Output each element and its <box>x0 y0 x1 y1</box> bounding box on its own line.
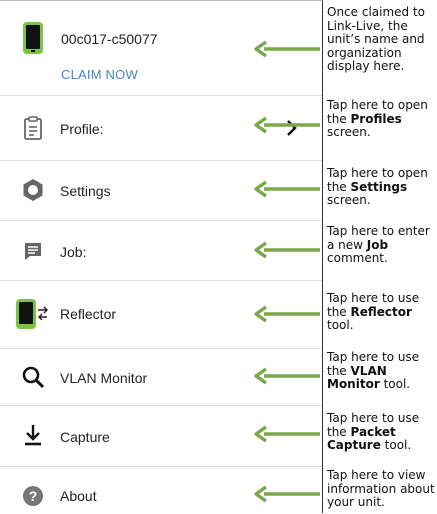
download-icon <box>20 422 46 448</box>
menu-label-vlan-monitor: VLAN Monitor <box>60 370 148 386</box>
callout-note-settings: Tap here to open the Settings screen. <box>327 166 428 207</box>
help-icon: ? <box>20 483 46 509</box>
callout-arrow-settings <box>254 180 320 198</box>
callout-arrow-capture <box>254 425 320 443</box>
device-icon <box>22 21 44 55</box>
menu-label-profile: Profile: <box>60 121 104 137</box>
callout-note-reflector: Tap here to use the Reflector tool. <box>327 291 420 332</box>
clipboard-icon <box>20 115 46 141</box>
magnifier-icon <box>20 364 46 390</box>
callout-arrow-about <box>254 485 320 503</box>
unit-name: 00c017-c50077 <box>61 31 158 47</box>
menu-label-reflector: Reflector <box>60 306 117 322</box>
callout-arrow-profile <box>254 116 320 134</box>
callout-arrow-job <box>254 241 320 259</box>
callout-note-about: Tap here to view information about your … <box>327 468 435 509</box>
callout-note-header: Once claimed to Link-Live, the unit’s na… <box>327 5 426 73</box>
callout-note-capture: Tap here to use the Packet Capture tool. <box>327 411 420 452</box>
svg-text:?: ? <box>29 488 38 504</box>
comment-icon <box>20 238 46 264</box>
callout-note-profile: Tap here to open the Profiles screen. <box>327 98 428 139</box>
callout-arrow-header <box>254 40 320 58</box>
menu-label-settings: Settings <box>60 183 111 199</box>
menu-label-job: Job: <box>60 244 87 260</box>
menu-label-about: About <box>60 488 97 504</box>
callout-note-vlan-monitor: Tap here to use the VLAN Monitor tool. <box>327 350 420 391</box>
callout-note-job: Tap here to enter a new Job comment. <box>327 224 430 265</box>
callout-arrow-reflector <box>254 305 320 323</box>
menu-label-capture: Capture <box>60 429 110 445</box>
callout-arrow-vlan-monitor <box>254 367 320 385</box>
gear-icon <box>20 177 46 203</box>
reflector-icon <box>14 298 50 330</box>
claim-now-link[interactable]: CLAIM NOW <box>61 67 138 82</box>
